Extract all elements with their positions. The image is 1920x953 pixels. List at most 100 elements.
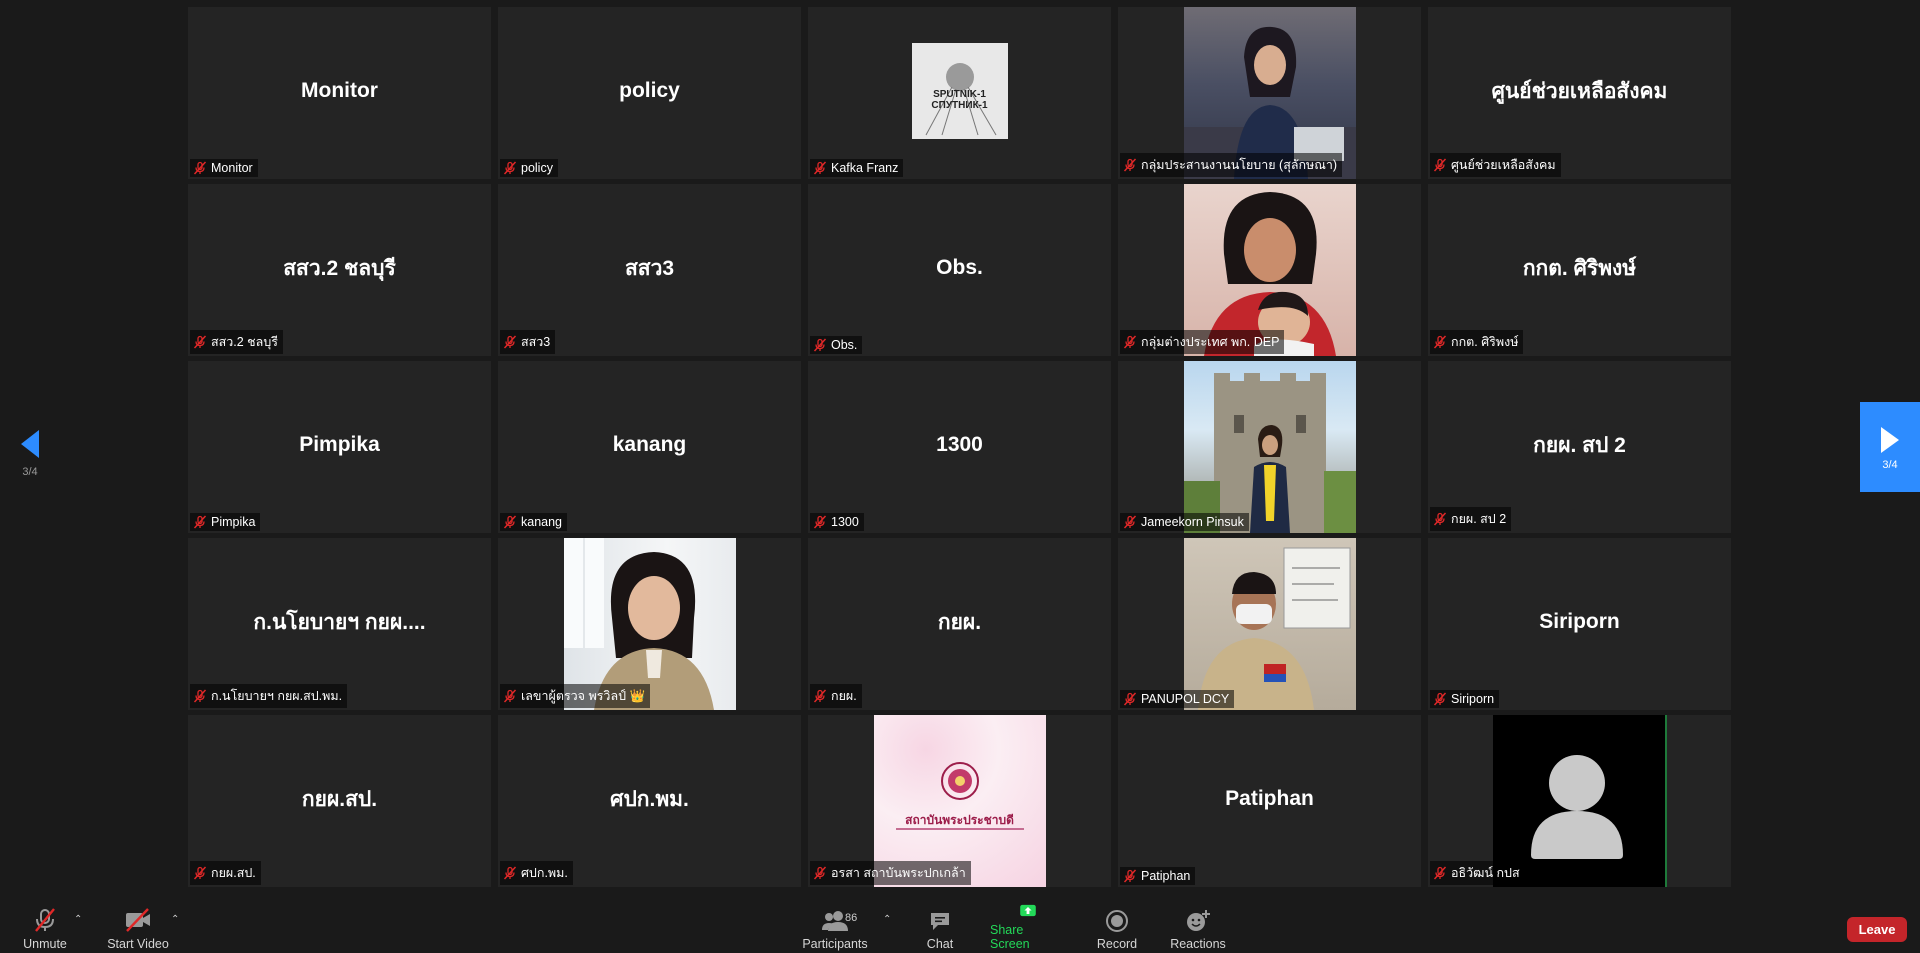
participant-name: อรสา สถาบันพระปกเกล้า [831,866,966,880]
participant-name-label: กลุ่มต่างประเทศ พก. DEP [1120,330,1285,354]
mic-muted-icon [503,161,517,175]
video-off-icon [126,908,150,932]
participant-tile[interactable]: ศูนย์ช่วยเหลือสังคม ศูนย์ช่วยเหลือสังคม [1428,7,1731,179]
participant-tile[interactable]: สสว3 สสว3 [498,184,801,356]
reactions-label: Reactions [1170,937,1226,951]
participant-name-label: อรสา สถาบันพระปกเกล้า [810,861,971,885]
video-options-caret-icon[interactable]: ⌃ [171,914,179,925]
start-video-button[interactable]: Start Video [106,902,170,953]
participant-name: kanang [521,515,563,529]
participants-label: Participants [802,937,868,951]
participant-name: กลุ่มต่างประเทศ พก. DEP [1141,335,1280,349]
participant-tile[interactable]: 1300 1300 [808,361,1111,533]
participant-tile[interactable]: Patiphan Patiphan [1118,715,1421,887]
reactions-button[interactable]: Reactions [1168,902,1228,953]
participant-tile[interactable]: กยผ. กยผ. [808,538,1111,710]
participant-video [1183,361,1356,533]
participant-name: เลขาผู้ตรวจ พรวิลป์ 👑 [521,689,646,703]
mic-off-icon [35,908,55,932]
participant-tile[interactable]: ศปก.พม. ศปก.พม. [498,715,801,887]
participant-name-label: กยผ.สป. [190,861,261,885]
participant-tile[interactable]: Pimpika Pimpika [188,361,491,533]
participant-tile[interactable]: กยผ. สป 2 กยผ. สป 2 [1428,361,1731,533]
mic-muted-icon [1433,692,1447,706]
participant-video [1183,538,1356,710]
participant-name-label: Obs. [810,336,863,354]
participant-name: สสว3 [521,335,551,349]
audio-options-caret-icon[interactable]: ⌃ [74,914,82,925]
participant-name: อธิวัฒน์ กปส [1451,866,1520,880]
mic-muted-icon [193,689,207,703]
participants-button[interactable]: 86 Participants [802,902,868,953]
mic-muted-icon [193,515,207,529]
participant-tile[interactable]: policy policy [498,7,801,179]
participant-display-name: Pimpika [299,433,380,456]
participant-tile[interactable]: Obs. Obs. [808,184,1111,356]
participant-tile[interactable]: กยผ.สป. กยผ.สป. [188,715,491,887]
mic-muted-icon [1123,335,1137,349]
meeting-toolbar: Unmute ⌃ Start Video ⌃ 86 Participants ⌃… [0,902,1920,951]
participant-name: กกต. ศิริพงษ์ [1451,335,1519,349]
participant-name-label: Pimpika [190,513,261,531]
participant-name: PANUPOL DCY [1141,692,1230,706]
participant-name-label: ศปก.พม. [500,861,573,885]
participant-tile[interactable]: กกต. ศิริพงษ์ กกต. ศิริพงษ์ [1428,184,1731,356]
start-video-label: Start Video [107,937,169,951]
participant-tile[interactable]: PANUPOL DCY [1118,538,1421,710]
participants-options-caret-icon[interactable]: ⌃ [883,914,891,925]
participant-name: สสว.2 ชลบุรี [211,335,278,349]
participant-tile[interactable]: Jameekorn Pinsuk [1118,361,1421,533]
sputnik-caption: SPUTNIK-1 СПУТНИК-1 [931,89,988,111]
page-indicator-right: 3/4 [1882,459,1898,471]
participant-tile[interactable]: kanang kanang [498,361,801,533]
share-screen-icon [1020,904,1036,917]
participant-name-label: ก.นโยบายฯ กยผ.สป.พม. [190,684,348,708]
participant-tile[interactable]: Monitor Monitor [188,7,491,179]
participant-name: ศปก.พม. [521,866,568,880]
participant-tile[interactable]: สถาบันพระประชาบดี อรสา สถาบันพระปกเกล้า [808,715,1111,887]
page-indicator-left: 3/4 [22,466,38,478]
participant-tile[interactable]: สสว.2 ชลบุรี สสว.2 ชลบุรี [188,184,491,356]
participants-count: 86 [845,912,858,924]
participant-name: กลุ่มประสานงานนโยบาย (สุลักษณา) [1141,158,1338,172]
chat-button[interactable]: Chat [920,902,960,953]
participant-name-label: policy [500,159,558,177]
participant-name: 1300 [831,515,859,529]
record-icon [1106,910,1128,932]
participant-display-name: kanang [612,433,687,456]
participant-tile[interactable]: เลขาผู้ตรวจ พรวิลป์ 👑 [498,538,801,710]
participant-display-name: policy [619,79,680,102]
next-page-button[interactable]: 3/4 [1860,402,1920,492]
chevron-right-icon [1881,427,1899,453]
record-button[interactable]: Record [1096,902,1138,953]
participant-name: Jameekorn Pinsuk [1141,515,1244,529]
participant-name-label: Monitor [190,159,258,177]
participant-name-label: สสว.2 ชลบุรี [190,330,283,354]
participant-tile[interactable]: ก.นโยบายฯ กยผ.... ก.นโยบายฯ กยผ.สป.พม. [188,538,491,710]
participant-tile[interactable]: กลุ่มต่างประเทศ พก. DEP [1118,184,1421,356]
mic-muted-icon [503,515,517,529]
chat-icon [931,913,949,930]
participant-tile[interactable]: อธิวัฒน์ กปส [1428,715,1731,887]
share-screen-label: Share Screen [990,923,1030,951]
mic-muted-icon [1433,158,1447,172]
participant-display-name: Monitor [301,79,378,102]
mic-muted-icon [813,338,827,352]
mic-muted-icon [503,866,517,880]
unmute-button[interactable]: Unmute [20,902,70,953]
previous-page-button[interactable]: 3/4 [18,430,42,478]
participant-name-label: kanang [500,513,568,531]
unmute-label: Unmute [23,937,67,951]
participant-name-label: ศูนย์ช่วยเหลือสังคม [1430,153,1561,177]
participant-name-label: 1300 [810,513,864,531]
mic-muted-icon [193,161,207,175]
chevron-left-icon [21,430,39,458]
participant-name: กยผ. สป 2 [1451,512,1507,526]
participant-name-label: กกต. ศิริพงษ์ [1430,330,1524,354]
leave-button[interactable]: Leave [1847,917,1907,942]
participant-display-name: Siriporn [1539,610,1620,633]
participant-tile[interactable]: SPUTNIK-1 СПУТНИК-1 Kafka Franz [808,7,1111,179]
share-screen-button[interactable]: Share Screen [990,902,1066,953]
participant-tile[interactable]: กลุ่มประสานงานนโยบาย (สุลักษณา) [1118,7,1421,179]
participant-tile[interactable]: Siriporn Siriporn [1428,538,1731,710]
